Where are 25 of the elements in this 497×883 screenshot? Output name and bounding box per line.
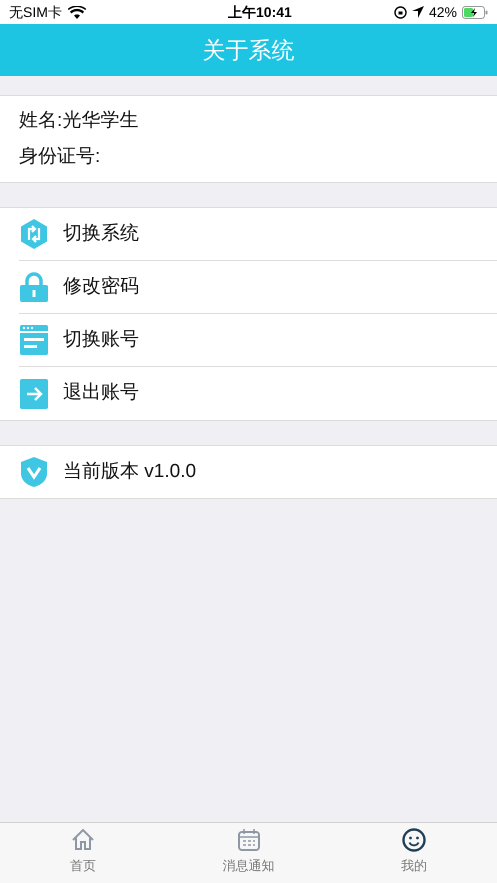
home-icon: [70, 827, 96, 853]
tab-item[interactable]: 消息通知: [166, 823, 332, 883]
clock-text: 上午10:41: [228, 2, 292, 22]
menu-item[interactable]: 退出账号: [63, 379, 139, 408]
menu-item[interactable]: 切换账号: [63, 326, 139, 354]
version-text: 当前版本 v1.0.0: [63, 460, 196, 484]
tab-item[interactable]: 我的: [331, 823, 497, 883]
rotation-lock-icon: [394, 6, 407, 18]
battery-percent: 42%: [428, 2, 457, 22]
lock-icon: [19, 271, 49, 303]
menu-item[interactable]: 修改密码: [63, 272, 139, 302]
shield-icon: [19, 456, 49, 488]
switch-icon: [19, 218, 49, 250]
tab-item[interactable]: 首页: [0, 823, 166, 883]
carrier-text: 无SIM卡: [9, 2, 62, 22]
battery-icon: [462, 6, 488, 18]
location-arrow-icon: [412, 6, 424, 18]
calendar-icon: [236, 827, 262, 853]
menu-item[interactable]: 切换系统: [63, 220, 139, 248]
wifi-icon: [68, 6, 86, 18]
smiley-icon: [401, 827, 428, 853]
browser-window-icon: [19, 324, 49, 356]
profile-text: 姓名:光华学生: [19, 109, 140, 133]
page-title: 关于系统: [202, 36, 294, 65]
profile-text: 身份证号:: [19, 145, 102, 169]
